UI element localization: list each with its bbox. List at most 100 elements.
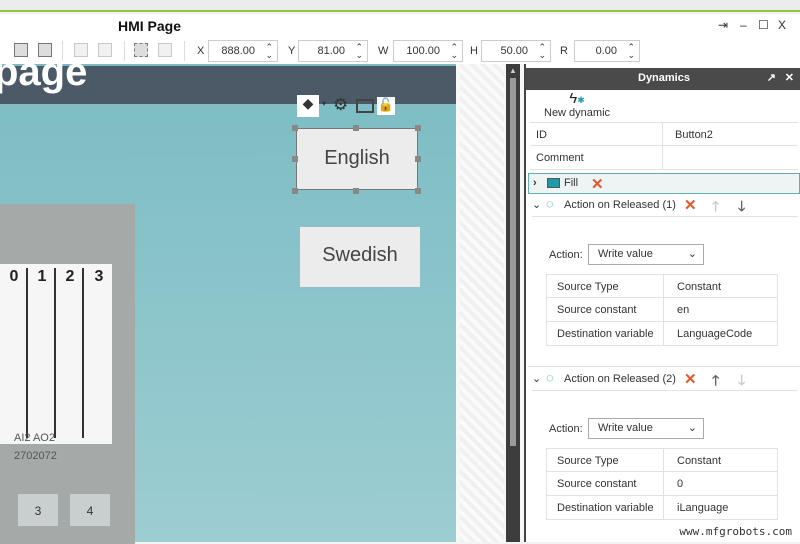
param-label: Source constant: [557, 478, 637, 490]
action-value: Write value: [598, 422, 653, 434]
fill-section[interactable]: › Fill ✕: [528, 173, 800, 194]
chevron-down-icon[interactable]: ⌄: [532, 372, 541, 385]
chevron-down-icon: ⌄: [687, 248, 697, 260]
window-title: HMI Page: [118, 18, 182, 34]
unlock-icon[interactable]: 🔓: [377, 97, 395, 115]
spinner-icon[interactable]: ⌃ ⌄: [355, 43, 363, 60]
close-icon[interactable]: ✕: [785, 71, 794, 84]
param-label: Source Type: [557, 281, 619, 293]
trend-icon[interactable]: [356, 99, 374, 113]
resize-handle[interactable]: [415, 188, 421, 194]
param-value[interactable]: 0: [663, 472, 779, 495]
chevron-right-icon[interactable]: ›: [533, 177, 537, 189]
maximize-button[interactable]: ☐: [758, 18, 769, 32]
minimize-button[interactable]: –: [740, 18, 747, 32]
channel-1: 1: [30, 268, 56, 438]
scrollbar-thumb[interactable]: [510, 78, 516, 446]
chevron-down-icon[interactable]: ⌄: [532, 198, 541, 211]
resize-handle[interactable]: [353, 125, 359, 131]
resize-handle[interactable]: [292, 156, 298, 162]
separator: [184, 41, 185, 61]
spinner-icon[interactable]: ⌃ ⌄: [627, 43, 635, 60]
fill-icon: [547, 178, 560, 188]
device-model: AI2 AO2: [14, 432, 55, 444]
spinner-icon[interactable]: ⌃ ⌄: [265, 43, 273, 60]
action-label: Action:: [549, 423, 583, 435]
action-select[interactable]: Write value ⌄: [588, 418, 704, 439]
y-input[interactable]: 81.00 ⌃ ⌄: [298, 40, 368, 62]
panel-title: Dynamics: [638, 72, 690, 84]
action-select[interactable]: Write value ⌄: [588, 244, 704, 265]
vertical-scrollbar[interactable]: ▲: [506, 64, 520, 542]
toolbar: X 888.00 ⌃ ⌄ Y 81.00 ⌃ ⌄ W 100.00 ⌃ ⌄ H 50.00 ⌃…: [0, 38, 800, 64]
h-input[interactable]: 50.00 ⌃ ⌄: [481, 40, 551, 62]
resize-handle[interactable]: [292, 125, 298, 131]
fill-bucket-icon[interactable]: ◆: [297, 95, 319, 117]
param-value[interactable]: Constant: [663, 275, 779, 298]
param-value[interactable]: iLanguage: [663, 496, 779, 519]
param-label: Source constant: [557, 304, 637, 316]
distribute-vertical-icon[interactable]: [98, 43, 112, 57]
watermark: www.mfgrobots.com: [679, 525, 792, 538]
terminal-3: 3: [18, 494, 58, 526]
dropdown-icon[interactable]: ▾: [322, 99, 326, 108]
delete-icon[interactable]: ✕: [591, 175, 604, 193]
action-params-table: Source Type Constant Source constant en De…: [546, 274, 778, 346]
y-value: 81.00: [317, 45, 345, 57]
popout-icon[interactable]: ↗: [767, 71, 776, 84]
w-input[interactable]: 100.00 ⌃ ⌄: [393, 40, 463, 62]
param-label: Destination variable: [557, 328, 654, 340]
comment-row: Comment: [530, 146, 798, 170]
resize-handle[interactable]: [292, 188, 298, 194]
english-button[interactable]: English: [296, 128, 418, 190]
param-label: Source Type: [557, 455, 619, 467]
canvas-outside: [460, 64, 504, 542]
title-bar: HMI Page ⇥ – ☐ X: [0, 14, 800, 38]
table-row: Source constant en: [546, 298, 778, 322]
group-icon[interactable]: [134, 43, 148, 57]
table-row: Source Type Constant: [546, 448, 778, 472]
swedish-button[interactable]: Swedish: [300, 227, 420, 287]
x-input[interactable]: 888.00 ⌃ ⌄: [208, 40, 278, 62]
spinner-icon[interactable]: ⌃ ⌄: [538, 43, 546, 60]
param-label: Destination variable: [557, 502, 654, 514]
top-strip: [0, 0, 800, 12]
x-value: 888.00: [221, 45, 255, 57]
r-input[interactable]: 0.00 ⌃ ⌄: [574, 40, 640, 62]
action-section-header[interactable]: ⌄ ◌ Action on Released (1) ✕ 🡑 🡓: [528, 195, 800, 215]
channel-2: 2: [58, 268, 84, 438]
action-label: Action:: [549, 249, 583, 261]
scroll-up-icon[interactable]: ▲: [509, 66, 517, 75]
close-button[interactable]: X: [778, 18, 786, 32]
resize-handle[interactable]: [415, 125, 421, 131]
h-value: 50.00: [500, 45, 528, 57]
resize-handle[interactable]: [353, 188, 359, 194]
channel-0: 0: [2, 268, 28, 438]
device-number: 2702072: [14, 450, 57, 462]
resize-handle[interactable]: [415, 156, 421, 162]
ungroup-icon[interactable]: [158, 43, 172, 57]
new-dynamic-button[interactable]: ϟ✱ New dynamic: [544, 90, 610, 119]
param-value[interactable]: LanguageCode: [663, 322, 779, 345]
io-module-image: 0 1 2 3 AI2 AO2 2702072 3 4: [0, 204, 135, 544]
r-value: 0.00: [595, 45, 617, 57]
gear-icon[interactable]: ⚙: [333, 95, 348, 115]
comment-value[interactable]: [662, 146, 798, 170]
spinner-icon[interactable]: ⌃ ⌄: [450, 43, 458, 60]
dynamics-panel: Dynamics ↗ ✕ ϟ✱ New dynamic ID Button2 C…: [524, 64, 800, 542]
table-row: Source Type Constant: [546, 274, 778, 298]
delete-icon[interactable]: ✕: [684, 370, 697, 388]
lightning-icon: ϟ✱: [569, 90, 585, 107]
id-value[interactable]: Button2: [662, 123, 798, 147]
action-section-header[interactable]: ⌄ ◌ Action on Released (2) ✕ 🡑 🡓: [528, 369, 800, 389]
delete-icon[interactable]: ✕: [684, 196, 697, 214]
param-value[interactable]: Constant: [663, 449, 779, 472]
chevron-down-icon: ⌄: [687, 422, 697, 434]
page-title: page: [0, 50, 88, 94]
separator: [124, 41, 125, 61]
param-value[interactable]: en: [663, 298, 779, 321]
y-label: Y: [288, 45, 296, 57]
w-value: 100.00: [406, 45, 440, 57]
pin-button[interactable]: ⇥: [718, 18, 728, 32]
new-dynamic-label: New dynamic: [544, 107, 611, 119]
